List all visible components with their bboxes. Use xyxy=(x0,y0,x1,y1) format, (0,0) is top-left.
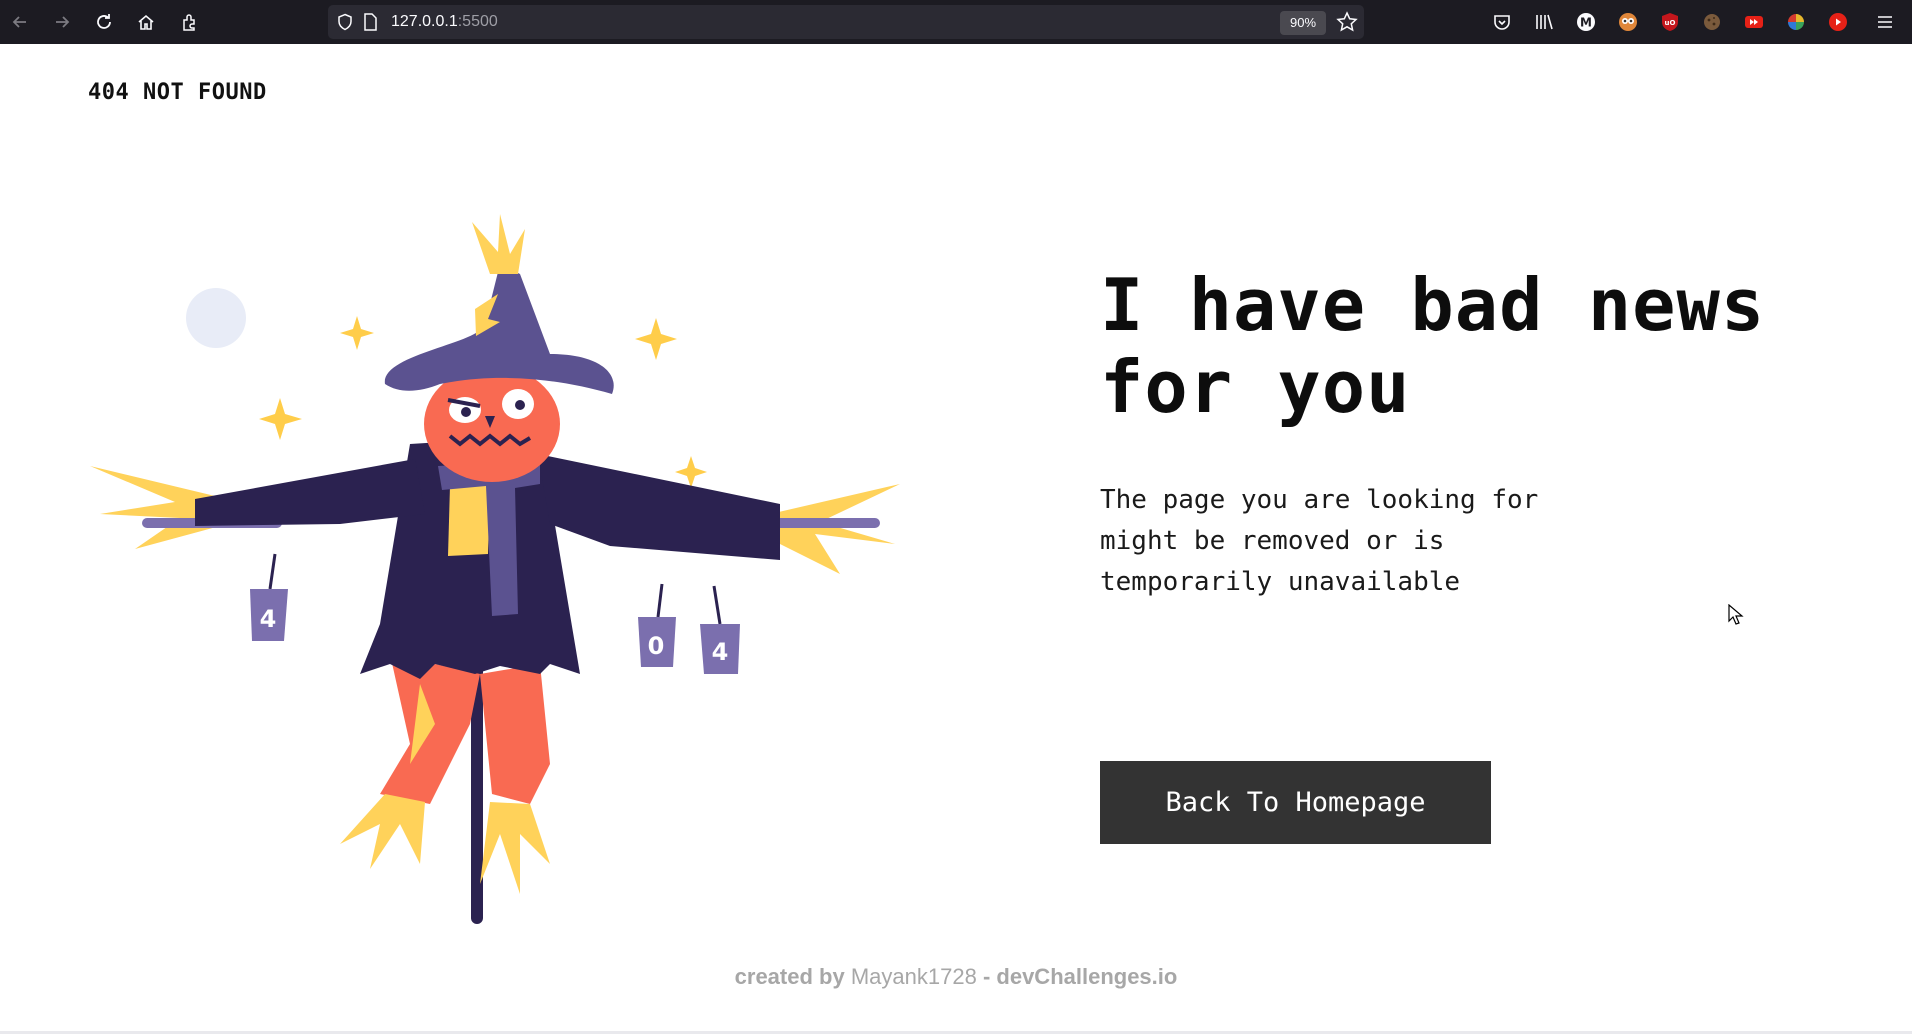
can-0-label: 0 xyxy=(648,632,665,660)
menu-icon[interactable] xyxy=(1874,11,1896,33)
color-picker-extension-icon[interactable] xyxy=(1785,11,1807,33)
scarecrow-illustration: 4 0 4 xyxy=(90,214,900,924)
body-message: The page you are looking for might be re… xyxy=(1100,485,1539,597)
back-icon[interactable] xyxy=(5,8,35,36)
footer-site-link[interactable]: devChallenges.io xyxy=(996,964,1177,989)
svg-text:uO: uO xyxy=(1665,19,1676,27)
footer-author-link[interactable]: Mayank1728 xyxy=(851,964,977,989)
right-straw-shape xyxy=(768,484,900,574)
brand-title: 404 NOT FOUND xyxy=(88,80,267,105)
can-4-right-label: 4 xyxy=(712,638,729,666)
hat-shape xyxy=(384,264,614,394)
home-icon[interactable] xyxy=(131,8,161,36)
footer-credit: created by Mayank1728 - devChallenges.io xyxy=(0,964,1912,990)
headline: I have bad news for you xyxy=(1100,263,1766,429)
can-4-left-label: 4 xyxy=(260,605,277,633)
reload-icon[interactable] xyxy=(89,8,119,36)
forward-icon[interactable] xyxy=(47,8,77,36)
ublock-origin-icon[interactable]: uO xyxy=(1659,11,1681,33)
youtube-extension-icon[interactable] xyxy=(1827,11,1849,33)
bookmark-star-icon[interactable] xyxy=(1336,11,1358,33)
url-bar[interactable]: 127.0.0.1:5500 90% xyxy=(328,5,1364,39)
page-content: 404 NOT FOUND 4 0 4 I have bad news for … xyxy=(0,44,1912,1034)
tracking-shield-icon[interactable] xyxy=(336,13,354,31)
pocket-icon[interactable] xyxy=(1491,11,1513,33)
zoom-level-badge[interactable]: 90% xyxy=(1280,11,1326,35)
mendeley-extension-icon[interactable]: M xyxy=(1575,11,1597,33)
url-text[interactable]: 127.0.0.1:5500 xyxy=(391,13,498,31)
face-shape xyxy=(424,366,560,482)
video-speed-extension-icon[interactable] xyxy=(1743,11,1765,33)
cookie-extension-icon[interactable] xyxy=(1701,11,1723,33)
privacy-badger-icon[interactable] xyxy=(1617,11,1639,33)
browser-toolbar: 127.0.0.1:5500 90% M uO xyxy=(0,0,1912,44)
page-info-icon[interactable] xyxy=(362,13,378,31)
extensions-icon[interactable] xyxy=(175,8,205,36)
svg-text:M: M xyxy=(1580,16,1592,30)
library-icon[interactable] xyxy=(1533,11,1555,33)
footer-separator: - xyxy=(982,964,991,989)
mouse-cursor-icon xyxy=(1728,604,1744,625)
moon-shape xyxy=(186,288,246,348)
back-to-homepage-button[interactable]: Back To Homepage xyxy=(1100,761,1491,844)
footer-prefix: created by xyxy=(734,964,845,989)
